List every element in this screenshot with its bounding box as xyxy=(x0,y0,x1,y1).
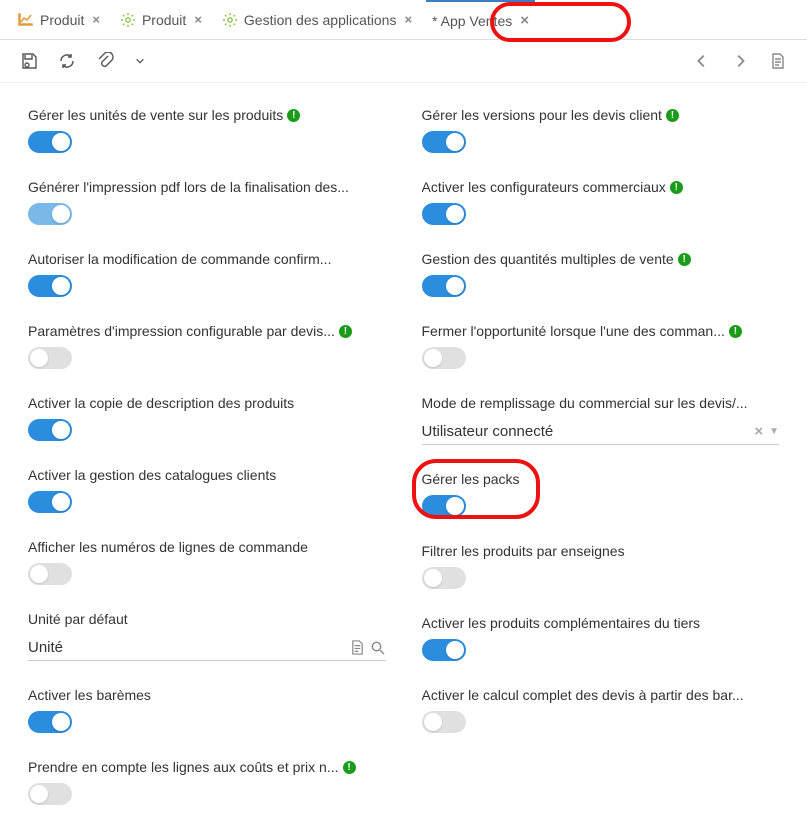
field-filter-by-signs: Filtrer les produits par enseignes xyxy=(422,543,780,589)
tab-label: Produit xyxy=(142,12,186,28)
refresh-icon[interactable] xyxy=(58,52,76,70)
field-schedules: Activer les barèmes xyxy=(28,687,386,733)
field-label-text: Fermer l'opportunité lorsque l'une des c… xyxy=(422,323,725,339)
field-label-text: Unité par défaut xyxy=(28,611,128,627)
field-manage-quote-versions: Gérer les versions pour les devis client… xyxy=(422,107,780,153)
field-cost-lines: Prendre en compte les lignes aux coûts e… xyxy=(28,759,386,805)
tab-produit-1[interactable]: Produit × xyxy=(12,0,106,39)
field-label-text: Gérer les packs xyxy=(422,471,520,487)
document-icon[interactable] xyxy=(769,52,787,70)
tab-label: Gestion des applications xyxy=(244,12,397,28)
field-label-text: Gestion des quantités multiples de vente xyxy=(422,251,674,267)
info-icon[interactable]: ! xyxy=(343,761,356,774)
field-label-text: Mode de remplissage du commercial sur le… xyxy=(422,395,748,411)
left-column: Gérer les unités de vente sur les produi… xyxy=(28,107,386,805)
field-label-text: Filtrer les produits par enseignes xyxy=(422,543,625,559)
toggle-configurators[interactable] xyxy=(422,203,466,225)
field-manage-sale-units: Gérer les unités de vente sur les produi… xyxy=(28,107,386,153)
field-salesperson-mode: Mode de remplissage du commercial sur le… xyxy=(422,395,780,445)
field-show-line-numbers: Afficher les numéros de lignes de comman… xyxy=(28,539,386,585)
field-label-text: Afficher les numéros de lignes de comman… xyxy=(28,539,308,555)
toggle-full-quote-calculation[interactable] xyxy=(422,711,466,733)
field-label-text: Activer la gestion des catalogues client… xyxy=(28,467,276,483)
toolbar xyxy=(0,40,807,83)
close-icon[interactable]: × xyxy=(520,12,529,29)
field-multiple-qty: Gestion des quantités multiples de vente… xyxy=(422,251,780,297)
field-print-params: Paramètres d'impression configurable par… xyxy=(28,323,386,369)
field-close-opportunity: Fermer l'opportunité lorsque l'une des c… xyxy=(422,323,780,369)
toggle-close-opportunity[interactable] xyxy=(422,347,466,369)
toggle-print-params[interactable] xyxy=(28,347,72,369)
chevron-right-icon[interactable] xyxy=(731,52,749,70)
default-unit-input[interactable] xyxy=(28,639,346,656)
select-value: Utilisateur connecté xyxy=(422,423,755,440)
chevron-left-icon[interactable] xyxy=(693,52,711,70)
field-label-text: Générer l'impression pdf lors de la fina… xyxy=(28,179,349,195)
tab-app-ventes[interactable]: * App Ventes × xyxy=(426,0,535,39)
info-icon[interactable]: ! xyxy=(287,109,300,122)
field-allow-order-modification: Autoriser la modification de commande co… xyxy=(28,251,386,297)
info-icon[interactable]: ! xyxy=(670,181,683,194)
field-label-text: Gérer les versions pour les devis client xyxy=(422,107,662,123)
toggle-cost-lines[interactable] xyxy=(28,783,72,805)
chevron-down-icon[interactable] xyxy=(134,52,146,70)
field-label-text: Gérer les unités de vente sur les produi… xyxy=(28,107,283,123)
tab-label: Produit xyxy=(40,12,84,28)
field-full-quote-calculation: Activer le calcul complet des devis à pa… xyxy=(422,687,780,733)
toggle-allow-order-modification[interactable] xyxy=(28,275,72,297)
gear-icon xyxy=(120,12,136,28)
field-label-text: Paramètres d'impression configurable par… xyxy=(28,323,335,339)
close-icon[interactable]: × xyxy=(404,12,412,27)
search-icon[interactable] xyxy=(370,640,386,656)
toggle-catalog-management[interactable] xyxy=(28,491,72,513)
save-icon[interactable] xyxy=(20,52,38,70)
toggle-filter-by-signs[interactable] xyxy=(422,567,466,589)
field-label-text: Autoriser la modification de commande co… xyxy=(28,251,331,267)
field-configurators: Activer les configurateurs commerciaux! xyxy=(422,179,780,225)
attachment-icon[interactable] xyxy=(96,52,114,70)
info-icon[interactable]: ! xyxy=(339,325,352,338)
field-copy-description: Activer la copie de description des prod… xyxy=(28,395,386,441)
document-icon[interactable] xyxy=(350,640,366,656)
toggle-schedules[interactable] xyxy=(28,711,72,733)
field-label-text: Prendre en compte les lignes aux coûts e… xyxy=(28,759,339,775)
toggle-copy-description[interactable] xyxy=(28,419,72,441)
field-label-text: Activer les produits complémentaires du … xyxy=(422,615,701,631)
close-icon[interactable]: × xyxy=(92,12,100,27)
toggle-manage-packs[interactable] xyxy=(422,495,466,517)
field-label-text: Activer les configurateurs commerciaux xyxy=(422,179,666,195)
toggle-show-line-numbers[interactable] xyxy=(28,563,72,585)
info-icon[interactable]: ! xyxy=(666,109,679,122)
field-label-text: Activer les barèmes xyxy=(28,687,151,703)
info-icon[interactable]: ! xyxy=(678,253,691,266)
field-generate-pdf: Générer l'impression pdf lors de la fina… xyxy=(28,179,386,225)
field-manage-packs: Gérer les packs xyxy=(422,471,780,517)
clear-icon[interactable]: × xyxy=(754,423,763,440)
form-content: Gérer les unités de vente sur les produi… xyxy=(0,83,807,829)
toggle-manage-quote-versions[interactable] xyxy=(422,131,466,153)
field-label-text: Activer le calcul complet des devis à pa… xyxy=(422,687,744,703)
toggle-multiple-qty[interactable] xyxy=(422,275,466,297)
field-complementary-products: Activer les produits complémentaires du … xyxy=(422,615,780,661)
chart-line-icon xyxy=(18,12,34,28)
close-icon[interactable]: × xyxy=(194,12,202,27)
right-column: Gérer les versions pour les devis client… xyxy=(422,107,780,805)
tab-gestion-applications[interactable]: Gestion des applications × xyxy=(216,0,418,39)
field-label-text: Activer la copie de description des prod… xyxy=(28,395,294,411)
toggle-generate-pdf[interactable] xyxy=(28,203,72,225)
tab-label: * App Ventes xyxy=(432,13,512,29)
field-catalog-management: Activer la gestion des catalogues client… xyxy=(28,467,386,513)
gear-icon xyxy=(222,12,238,28)
toggle-manage-sale-units[interactable] xyxy=(28,131,72,153)
tabs-bar: Produit × Produit × Gestion des applicat… xyxy=(0,0,807,40)
tab-produit-2[interactable]: Produit × xyxy=(114,0,208,39)
salesperson-mode-select[interactable]: Utilisateur connecté × ▼ xyxy=(422,419,780,445)
field-default-unit: Unité par défaut xyxy=(28,611,386,661)
toggle-complementary-products[interactable] xyxy=(422,639,466,661)
info-icon[interactable]: ! xyxy=(729,325,742,338)
chevron-down-icon[interactable]: ▼ xyxy=(769,426,779,437)
